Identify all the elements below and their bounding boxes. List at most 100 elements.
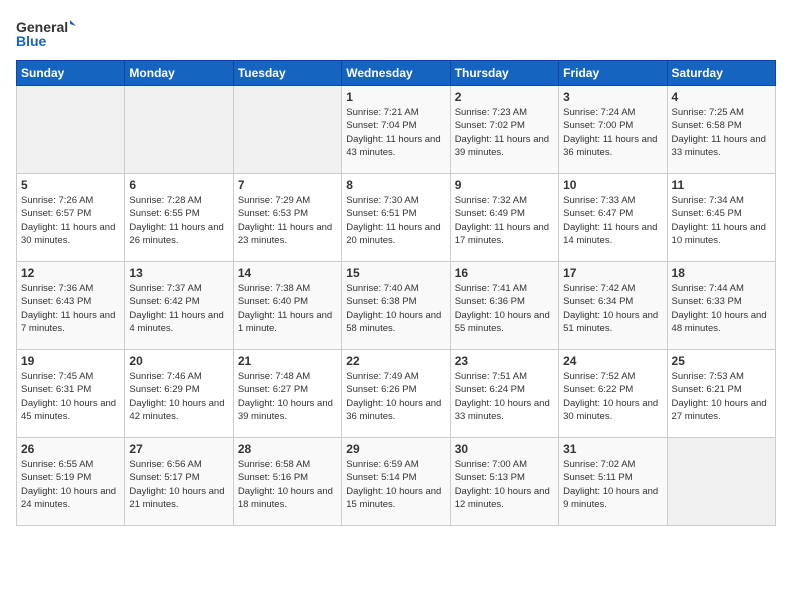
day-info: Sunrise: 7:00 AMSunset: 5:13 PMDaylight:… xyxy=(455,458,554,511)
calendar-cell: 23 Sunrise: 7:51 AMSunset: 6:24 PMDayligh… xyxy=(450,350,558,438)
day-number: 3 xyxy=(563,90,662,104)
day-info: Sunrise: 7:02 AMSunset: 5:11 PMDaylight:… xyxy=(563,458,662,511)
calendar-cell: 26Sunrise: 6:55 AMSunset: 5:19 PMDayligh… xyxy=(17,438,125,526)
day-info: Sunrise: 7:30 AMSunset: 6:51 PMDaylight:… xyxy=(346,194,445,247)
calendar-cell: 28 Sunrise: 6:58 AMSunset: 5:16 PMDayligh… xyxy=(233,438,341,526)
day-number: 25 xyxy=(672,354,771,368)
calendar-week-4: 19Sunrise: 7:45 AMSunset: 6:31 PMDayligh… xyxy=(17,350,776,438)
calendar-cell: 5 Sunrise: 7:26 AMSunset: 6:57 PMDaylight… xyxy=(17,174,125,262)
day-info: Sunrise: 7:28 AMSunset: 6:55 PMDaylight:… xyxy=(129,194,228,247)
weekday-header-friday: Friday xyxy=(559,61,667,86)
calendar-week-3: 12 Sunrise: 7:36 AMSunset: 6:43 PMDayligh… xyxy=(17,262,776,350)
calendar-cell: 12 Sunrise: 7:36 AMSunset: 6:43 PMDayligh… xyxy=(17,262,125,350)
calendar-cell: 19Sunrise: 7:45 AMSunset: 6:31 PMDayligh… xyxy=(17,350,125,438)
day-number: 27 xyxy=(129,442,228,456)
calendar-cell: 18Sunrise: 7:44 AMSunset: 6:33 PMDayligh… xyxy=(667,262,775,350)
day-number: 21 xyxy=(238,354,337,368)
calendar-cell xyxy=(233,86,341,174)
calendar-cell: 3 Sunrise: 7:24 AMSunset: 7:00 PMDaylight… xyxy=(559,86,667,174)
calendar-cell: 8 Sunrise: 7:30 AMSunset: 6:51 PMDaylight… xyxy=(342,174,450,262)
calendar-cell: 4 Sunrise: 7:25 AMSunset: 6:58 PMDaylight… xyxy=(667,86,775,174)
day-number: 28 xyxy=(238,442,337,456)
calendar-cell: 24Sunrise: 7:52 AMSunset: 6:22 PMDayligh… xyxy=(559,350,667,438)
calendar-cell: 10Sunrise: 7:33 AMSunset: 6:47 PMDayligh… xyxy=(559,174,667,262)
day-number: 7 xyxy=(238,178,337,192)
day-number: 8 xyxy=(346,178,445,192)
day-number: 23 xyxy=(455,354,554,368)
svg-text:Blue: Blue xyxy=(16,33,47,49)
day-info: Sunrise: 6:55 AMSunset: 5:19 PMDaylight:… xyxy=(21,458,120,511)
calendar-cell: 25 Sunrise: 7:53 AMSunset: 6:21 PMDayligh… xyxy=(667,350,775,438)
day-info: Sunrise: 7:53 AMSunset: 6:21 PMDaylight:… xyxy=(672,370,771,423)
calendar-cell: 9 Sunrise: 7:32 AMSunset: 6:49 PMDaylight… xyxy=(450,174,558,262)
day-number: 16 xyxy=(455,266,554,280)
day-number: 31 xyxy=(563,442,662,456)
weekday-header-thursday: Thursday xyxy=(450,61,558,86)
calendar-cell: 29 Sunrise: 6:59 AMSunset: 5:14 PMDayligh… xyxy=(342,438,450,526)
calendar-cell: 30 Sunrise: 7:00 AMSunset: 5:13 PMDayligh… xyxy=(450,438,558,526)
day-info: Sunrise: 7:49 AMSunset: 6:26 PMDaylight:… xyxy=(346,370,445,423)
day-info: Sunrise: 7:23 AMSunset: 7:02 PMDaylight:… xyxy=(455,106,554,159)
calendar-cell: 27 Sunrise: 6:56 AMSunset: 5:17 PMDayligh… xyxy=(125,438,233,526)
day-number: 19 xyxy=(21,354,120,368)
weekday-header-wednesday: Wednesday xyxy=(342,61,450,86)
day-info: Sunrise: 6:59 AMSunset: 5:14 PMDaylight:… xyxy=(346,458,445,511)
calendar-cell xyxy=(17,86,125,174)
day-info: Sunrise: 7:36 AMSunset: 6:43 PMDaylight:… xyxy=(21,282,120,335)
calendar-cell: 2 Sunrise: 7:23 AMSunset: 7:02 PMDaylight… xyxy=(450,86,558,174)
day-number: 12 xyxy=(21,266,120,280)
weekday-header-monday: Monday xyxy=(125,61,233,86)
day-number: 20 xyxy=(129,354,228,368)
day-info: Sunrise: 7:37 AMSunset: 6:42 PMDaylight:… xyxy=(129,282,228,335)
logo-svg: GeneralBlue xyxy=(16,16,76,52)
calendar-cell: 1Sunrise: 7:21 AMSunset: 7:04 PMDaylight… xyxy=(342,86,450,174)
day-number: 10 xyxy=(563,178,662,192)
day-number: 22 xyxy=(346,354,445,368)
day-info: Sunrise: 7:44 AMSunset: 6:33 PMDaylight:… xyxy=(672,282,771,335)
calendar-cell: 22 Sunrise: 7:49 AMSunset: 6:26 PMDayligh… xyxy=(342,350,450,438)
day-info: Sunrise: 7:48 AMSunset: 6:27 PMDaylight:… xyxy=(238,370,337,423)
day-number: 30 xyxy=(455,442,554,456)
day-number: 9 xyxy=(455,178,554,192)
day-info: Sunrise: 6:56 AMSunset: 5:17 PMDaylight:… xyxy=(129,458,228,511)
day-number: 24 xyxy=(563,354,662,368)
weekday-header-sunday: Sunday xyxy=(17,61,125,86)
calendar-week-5: 26Sunrise: 6:55 AMSunset: 5:19 PMDayligh… xyxy=(17,438,776,526)
calendar-cell: 17 Sunrise: 7:42 AMSunset: 6:34 PMDayligh… xyxy=(559,262,667,350)
day-info: Sunrise: 7:34 AMSunset: 6:45 PMDaylight:… xyxy=(672,194,771,247)
calendar-cell xyxy=(125,86,233,174)
day-info: Sunrise: 7:38 AMSunset: 6:40 PMDaylight:… xyxy=(238,282,337,335)
calendar-cell: 21 Sunrise: 7:48 AMSunset: 6:27 PMDayligh… xyxy=(233,350,341,438)
calendar-cell: 14Sunrise: 7:38 AMSunset: 6:40 PMDayligh… xyxy=(233,262,341,350)
calendar-cell: 16Sunrise: 7:41 AMSunset: 6:36 PMDayligh… xyxy=(450,262,558,350)
day-number: 2 xyxy=(455,90,554,104)
logo: GeneralBlue xyxy=(16,16,76,52)
weekday-header-row: SundayMondayTuesdayWednesdayThursdayFrid… xyxy=(17,61,776,86)
day-info: Sunrise: 7:46 AMSunset: 6:29 PMDaylight:… xyxy=(129,370,228,423)
day-number: 29 xyxy=(346,442,445,456)
day-number: 15 xyxy=(346,266,445,280)
calendar-cell: 15 Sunrise: 7:40 AMSunset: 6:38 PMDayligh… xyxy=(342,262,450,350)
calendar-cell: 20 Sunrise: 7:46 AMSunset: 6:29 PMDayligh… xyxy=(125,350,233,438)
day-number: 4 xyxy=(672,90,771,104)
day-info: Sunrise: 7:25 AMSunset: 6:58 PMDaylight:… xyxy=(672,106,771,159)
day-info: Sunrise: 6:58 AMSunset: 5:16 PMDaylight:… xyxy=(238,458,337,511)
day-number: 11 xyxy=(672,178,771,192)
calendar-table: SundayMondayTuesdayWednesdayThursdayFrid… xyxy=(16,60,776,526)
calendar-cell: 6Sunrise: 7:28 AMSunset: 6:55 PMDaylight… xyxy=(125,174,233,262)
calendar-cell: 13 Sunrise: 7:37 AMSunset: 6:42 PMDayligh… xyxy=(125,262,233,350)
weekday-header-tuesday: Tuesday xyxy=(233,61,341,86)
calendar-cell: 11 Sunrise: 7:34 AMSunset: 6:45 PMDayligh… xyxy=(667,174,775,262)
day-info: Sunrise: 7:26 AMSunset: 6:57 PMDaylight:… xyxy=(21,194,120,247)
day-info: Sunrise: 7:32 AMSunset: 6:49 PMDaylight:… xyxy=(455,194,554,247)
day-number: 5 xyxy=(21,178,120,192)
calendar-week-1: 1Sunrise: 7:21 AMSunset: 7:04 PMDaylight… xyxy=(17,86,776,174)
day-info: Sunrise: 7:42 AMSunset: 6:34 PMDaylight:… xyxy=(563,282,662,335)
day-info: Sunrise: 7:24 AMSunset: 7:00 PMDaylight:… xyxy=(563,106,662,159)
day-info: Sunrise: 7:51 AMSunset: 6:24 PMDaylight:… xyxy=(455,370,554,423)
day-number: 13 xyxy=(129,266,228,280)
calendar-week-2: 5 Sunrise: 7:26 AMSunset: 6:57 PMDaylight… xyxy=(17,174,776,262)
day-number: 17 xyxy=(563,266,662,280)
calendar-cell xyxy=(667,438,775,526)
day-info: Sunrise: 7:40 AMSunset: 6:38 PMDaylight:… xyxy=(346,282,445,335)
